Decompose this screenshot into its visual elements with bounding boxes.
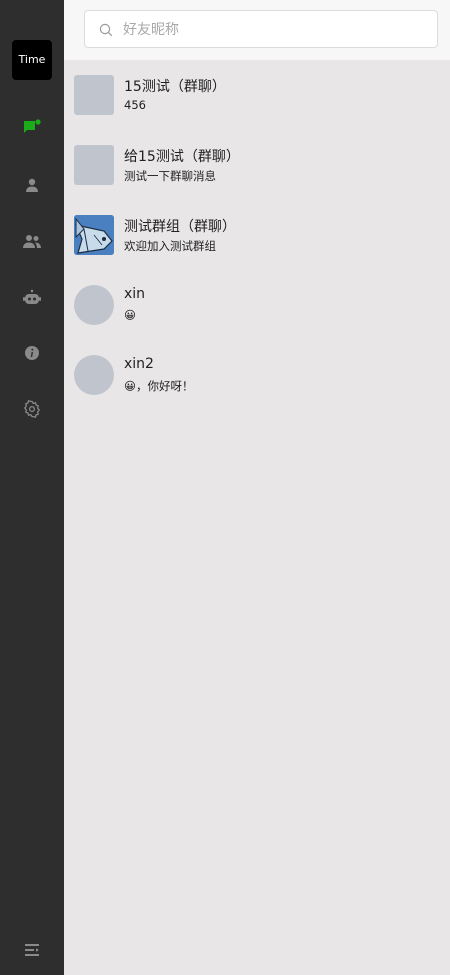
chat-icon[interactable] (20, 116, 44, 140)
sidebar: Time (0, 0, 64, 975)
chat-item[interactable]: 给15测试（群聊） 测试一下群聊消息 (64, 130, 450, 200)
search-bar (64, 0, 450, 60)
chat-last-message: 测试一下群聊消息 (124, 169, 216, 183)
chat-name: xin2 (124, 356, 154, 372)
chat-name: 测试群组（群聊） (124, 219, 236, 235)
chat-last-message: 456 (124, 98, 146, 112)
user-avatar (74, 285, 114, 325)
chat-item[interactable]: xin 😀 (64, 270, 450, 340)
chat-name: 15测试（群聊） (124, 79, 226, 95)
main-panel: 15测试（群聊） 456 给15测试（群聊） 测试一下群聊消息 测试群组（群聊）… (64, 0, 450, 975)
chat-last-message: 😀 (124, 308, 136, 322)
chat-name: 给15测试（群聊） (124, 149, 240, 165)
settings-icon[interactable] (20, 397, 44, 421)
info-icon[interactable] (20, 341, 44, 365)
chat-item[interactable]: 15测试（群聊） 456 (64, 60, 450, 130)
user-avatar (74, 355, 114, 395)
group-avatar (74, 145, 114, 185)
contact-icon[interactable] (20, 173, 44, 197)
chat-item[interactable]: xin2 😀，你好呀！ (64, 340, 450, 410)
chat-last-message: 😀，你好呀！ (124, 379, 194, 393)
search-icon (99, 22, 113, 37)
chat-name: xin (124, 286, 146, 302)
fish-avatar (74, 215, 114, 255)
group-avatar (74, 75, 114, 115)
group-icon[interactable] (20, 229, 44, 253)
search-input[interactable] (121, 11, 425, 49)
search-box[interactable] (84, 10, 438, 49)
chat-list: 15测试（群聊） 456 给15测试（群聊） 测试一下群聊消息 测试群组（群聊）… (64, 60, 450, 410)
chat-item[interactable]: 测试群组（群聊） 欢迎加入测试群组 (64, 200, 450, 270)
app-logo: Time (12, 40, 52, 80)
robot-icon[interactable] (20, 285, 44, 309)
menu-icon[interactable] (20, 938, 44, 962)
chat-last-message: 欢迎加入测试群组 (124, 239, 216, 253)
